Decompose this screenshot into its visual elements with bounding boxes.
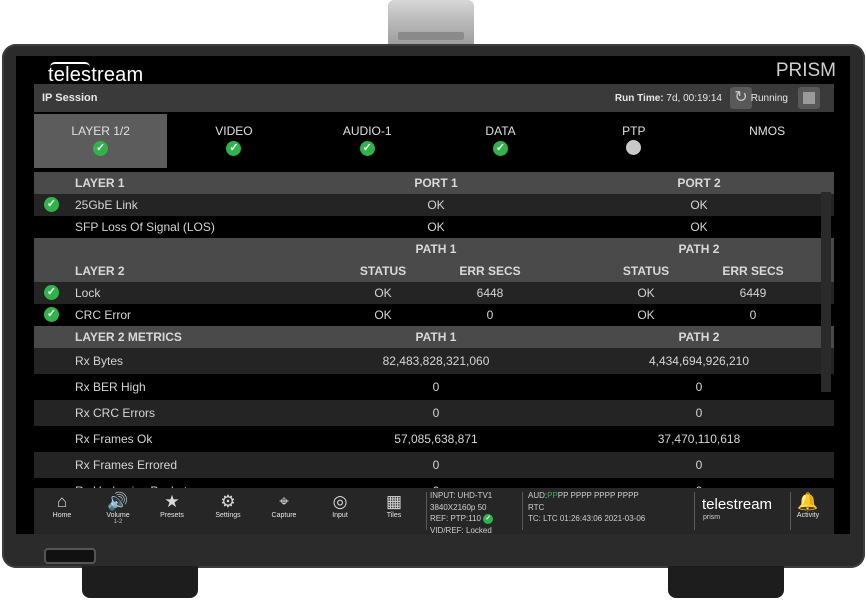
capture-icon: ⌖ xyxy=(279,492,289,511)
tab-layer-1-2[interactable]: LAYER 1/2 ✓ xyxy=(34,114,168,168)
table-row: Rx Frames Errored 0 0 xyxy=(34,452,834,478)
star-icon: ★ xyxy=(164,492,180,511)
check-icon: ✓ xyxy=(44,285,59,300)
check-icon: ✓ xyxy=(44,307,59,322)
volume-button[interactable]: 🔊 Volume 1-2 xyxy=(94,492,142,525)
tab-video[interactable]: VIDEO ✓ xyxy=(167,114,300,168)
session-bar: IP Session Run Time: 7d, 00:19:14 ↻ Runn… xyxy=(34,84,834,112)
audio-timecode-status: AUD:PPPP PPPP PPPP PPPP RTC TC: LTC 01:2… xyxy=(528,491,646,523)
tiles-icon: ▦ xyxy=(385,492,403,511)
device-handle xyxy=(388,0,474,46)
bottom-toolbar: ⌂ Home 🔊 Volume 1-2 ★ Presets ⚙ Settings… xyxy=(34,488,834,534)
stop-button[interactable] xyxy=(798,87,820,109)
table-scrollbar[interactable] xyxy=(821,192,831,392)
run-time: Run Time: 7d, 00:19:14 xyxy=(614,93,722,104)
input-icon: ◎ xyxy=(332,492,348,511)
capture-button[interactable]: ⌖ Capture xyxy=(260,492,308,519)
session-title: IP Session xyxy=(42,92,98,104)
layer2-header: LAYER 2 STATUS ERR SECS STATUS ERR SECS xyxy=(34,260,834,282)
presets-button[interactable]: ★ Presets xyxy=(148,492,196,519)
tab-audio-1[interactable]: AUDIO-1 ✓ xyxy=(301,114,434,168)
gear-icon: ⚙ xyxy=(220,492,236,511)
tab-nmos[interactable]: NMOS xyxy=(700,114,833,168)
table-row: Rx CRC Errors 0 0 xyxy=(34,400,834,426)
table-row: Rx Bytes 82,483,828,321,060 4,434,694,92… xyxy=(34,348,834,374)
device-foot-right xyxy=(668,566,784,598)
home-button[interactable]: ⌂ Home xyxy=(38,492,86,519)
table-row: ✓ Lock OK 6448 OK 6449 xyxy=(34,282,834,304)
status-dot-icon xyxy=(626,140,642,155)
check-icon: ✓ xyxy=(93,141,109,156)
metrics-header: LAYER 2 METRICS PATH 1 PATH 2 xyxy=(34,326,834,348)
sd-card-slot xyxy=(44,548,96,564)
table-row: ✓ CRC Error OK 0 OK 0 xyxy=(34,304,834,326)
tab-ptp[interactable]: PTP xyxy=(567,114,700,168)
table-row: Rx Frames Ok 57,085,638,871 37,470,110,6… xyxy=(75,432,741,446)
tab-data[interactable]: DATA ✓ xyxy=(434,114,567,168)
check-icon: ✓ xyxy=(44,197,59,212)
check-icon: ✓ xyxy=(493,141,509,156)
speaker-icon: 🔊 xyxy=(107,492,129,511)
telestream-prism-logo: telestream prism xyxy=(702,496,773,521)
home-icon: ⌂ xyxy=(56,492,68,511)
input-status: INPUT: UHD-TV1 3840X2160p 50 REF: PTP:11… xyxy=(430,491,494,534)
refresh-icon[interactable]: ↻ xyxy=(730,87,752,109)
device-foot-left xyxy=(82,566,198,598)
layer1-header: LAYER 1 PORT 1 PORT 2 xyxy=(34,172,834,194)
table-row: Rx BER High 0 0 xyxy=(75,380,703,394)
table-row: SFP Loss Of Signal (LOS) OK OK xyxy=(75,220,708,234)
path-header: PATH 1 PATH 2 xyxy=(34,238,834,260)
check-icon: ✓ xyxy=(483,513,494,524)
bell-icon: 🔔 xyxy=(797,492,819,511)
tab-bar: LAYER 1/2 ✓ VIDEO ✓ AUDIO-1 ✓ DATA ✓ PTP… xyxy=(34,114,834,168)
activity-button[interactable]: 🔔 Activity xyxy=(784,492,832,519)
table-row: ✓ 25GbE Link OK OK xyxy=(34,194,834,216)
status-table: LAYER 1 PORT 1 PORT 2 ✓ 25GbE Link OK OK… xyxy=(34,172,834,504)
check-icon: ✓ xyxy=(226,141,242,156)
tiles-button[interactable]: ▦ Tiles xyxy=(370,492,418,519)
check-icon: ✓ xyxy=(359,141,375,156)
running-status: Running xyxy=(750,93,788,104)
screen: telestream PRISM IP Session Run Time: 7d… xyxy=(16,56,850,534)
product-name: PRISM xyxy=(775,60,836,81)
settings-button[interactable]: ⚙ Settings xyxy=(204,492,252,519)
input-button[interactable]: ◎ Input xyxy=(316,492,364,519)
